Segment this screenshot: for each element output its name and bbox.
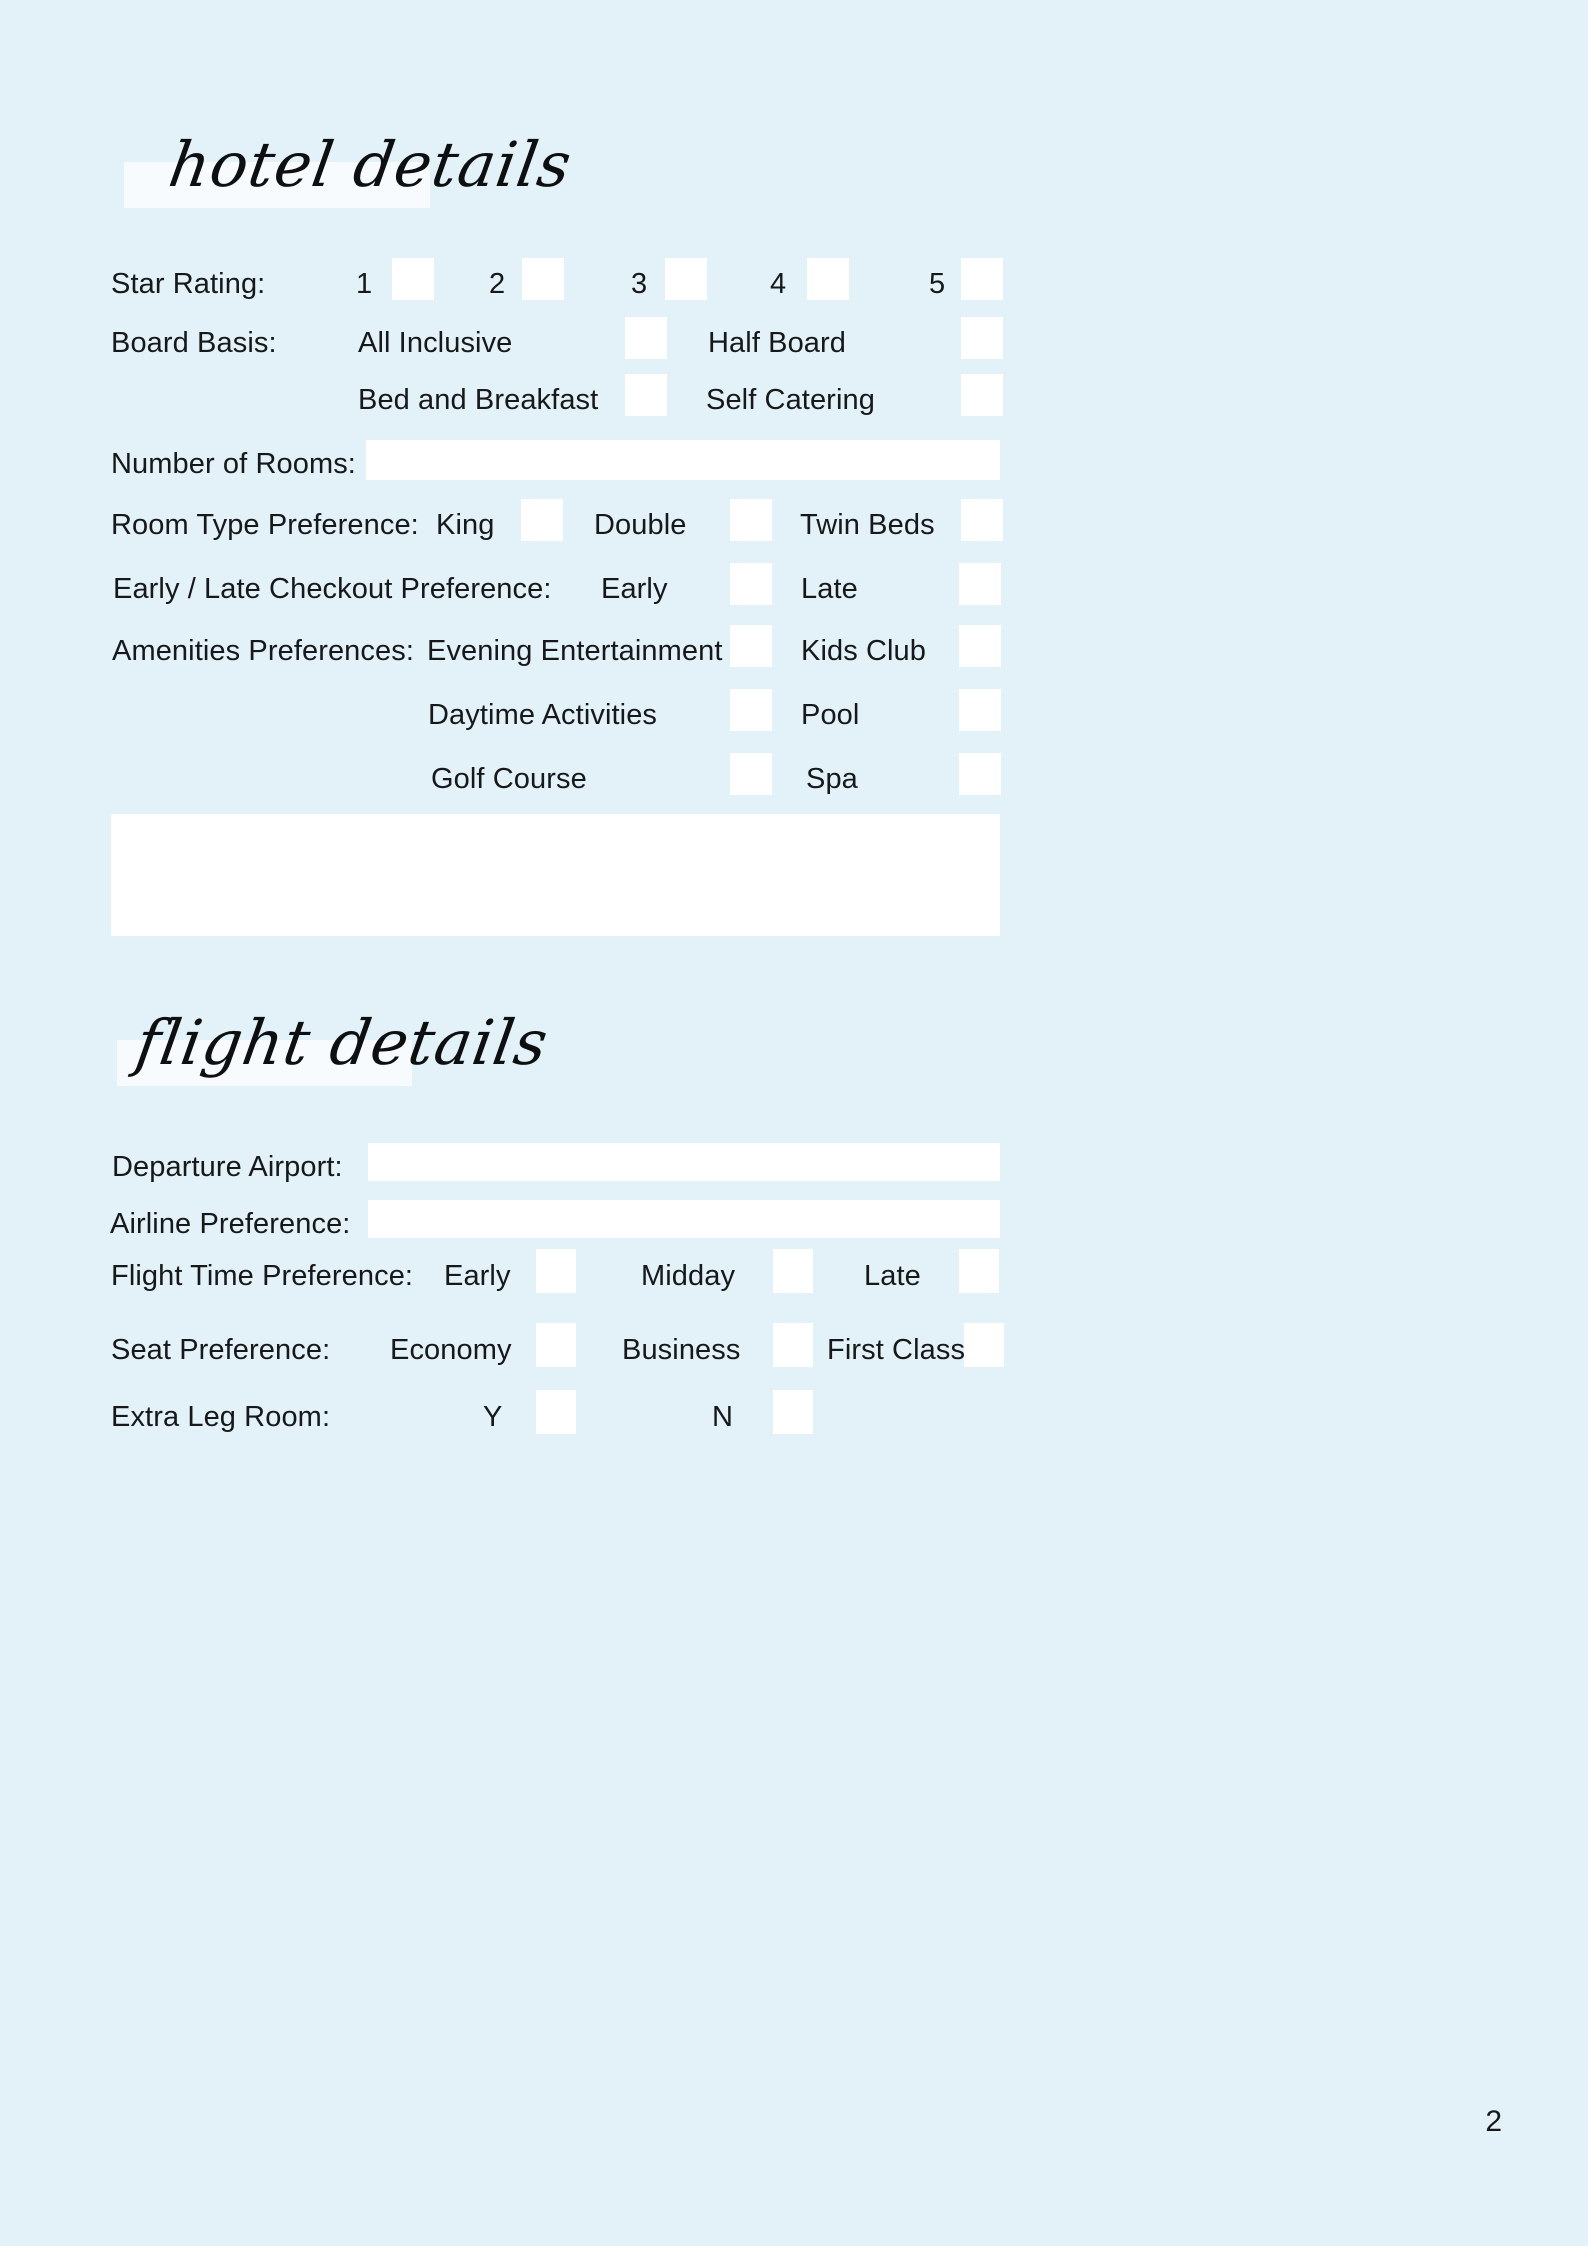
seat-preference-row: Seat Preference: <box>111 1334 330 1367</box>
star-rating-row: Star Rating: <box>111 268 265 301</box>
flight-time-option-midday: Midday <box>641 1260 736 1292</box>
room-type-preference-row: Room Type Preference: <box>111 509 419 542</box>
number-of-rooms-row: Number of Rooms: <box>111 448 356 481</box>
seat-preference-option-business: Business <box>622 1334 741 1366</box>
amenities-checkbox-daytime-activities[interactable] <box>730 689 772 731</box>
checkout-checkbox-early[interactable] <box>730 563 772 605</box>
seat-preference-checkbox-business[interactable] <box>773 1323 813 1367</box>
star-rating-checkbox-2[interactable] <box>522 258 564 300</box>
flight-time-option-early: Early <box>444 1260 511 1292</box>
star-rating-checkbox-4[interactable] <box>807 258 849 300</box>
star-rating-option-3: 3 <box>631 268 648 300</box>
extra-leg-room-option-no: N <box>712 1401 734 1433</box>
seat-preference-label: Seat Preference: <box>111 1334 331 1366</box>
amenities-option-evening-entertainment: Evening Entertainment <box>427 635 723 667</box>
airline-preference-label: Airline Preference: <box>110 1208 351 1240</box>
room-type-option-double: Double <box>594 509 687 541</box>
extra-leg-room-option-yes: Y <box>483 1401 503 1433</box>
checkout-checkbox-late[interactable] <box>959 563 1001 605</box>
flight-details-section-title: flight details <box>117 1006 553 1104</box>
number-of-rooms-label: Number of Rooms: <box>111 448 356 480</box>
board-basis-checkbox-all-inclusive[interactable] <box>625 317 667 359</box>
room-type-checkbox-double[interactable] <box>730 499 772 541</box>
amenities-checkbox-pool[interactable] <box>959 689 1001 731</box>
amenities-option-spa: Spa <box>806 763 858 795</box>
amenities-preferences-row: Amenities Preferences: <box>112 635 414 668</box>
board-basis-checkbox-bed-and-breakfast[interactable] <box>625 374 667 416</box>
amenities-option-pool: Pool <box>801 699 860 731</box>
star-rating-option-4: 4 <box>770 268 787 300</box>
amenities-checkbox-golf-course[interactable] <box>730 753 772 795</box>
checkout-option-late: Late <box>801 573 858 605</box>
room-type-checkbox-twin-beds[interactable] <box>961 499 1003 541</box>
star-rating-label: Star Rating: <box>111 268 266 300</box>
board-basis-checkbox-self-catering[interactable] <box>961 374 1003 416</box>
extra-leg-room-checkbox-yes[interactable] <box>536 1390 576 1434</box>
room-type-checkbox-king[interactable] <box>521 499 563 541</box>
page-number: 2 <box>1485 2105 1502 2138</box>
board-basis-label: Board Basis: <box>111 327 277 359</box>
board-basis-row: Board Basis: <box>111 327 277 360</box>
hotel-details-section-title: hotel details <box>124 128 577 226</box>
star-rating-checkbox-3[interactable] <box>665 258 707 300</box>
seat-preference-option-economy: Economy <box>390 1334 512 1366</box>
airline-preference-input[interactable] <box>368 1200 1000 1238</box>
star-rating-checkbox-1[interactable] <box>392 258 434 300</box>
departure-airport-label: Departure Airport: <box>112 1151 343 1183</box>
flight-time-checkbox-midday[interactable] <box>773 1249 813 1293</box>
amenities-checkbox-spa[interactable] <box>959 753 1001 795</box>
form-page: hotel details Star Rating: 1 2 3 4 5 Boa… <box>0 0 1588 2246</box>
extra-leg-room-checkbox-no[interactable] <box>773 1390 813 1434</box>
amenities-checkbox-evening-entertainment[interactable] <box>730 625 772 667</box>
departure-airport-row: Departure Airport: <box>112 1151 343 1184</box>
amenities-checkbox-kids-club[interactable] <box>959 625 1001 667</box>
seat-preference-checkbox-economy[interactable] <box>536 1323 576 1367</box>
number-of-rooms-input[interactable] <box>366 440 1000 480</box>
seat-preference-option-first-class: First Class <box>827 1334 966 1366</box>
board-basis-option-half-board: Half Board <box>708 327 847 359</box>
departure-airport-input[interactable] <box>368 1143 1000 1181</box>
room-type-option-twin-beds: Twin Beds <box>800 509 935 541</box>
checkout-option-early: Early <box>601 573 668 605</box>
flight-time-preference-row: Flight Time Preference: <box>111 1260 413 1293</box>
amenities-preferences-label: Amenities Preferences: <box>112 635 414 667</box>
checkout-preference-row: Early / Late Checkout Preference: <box>113 573 552 606</box>
flight-time-option-late: Late <box>864 1260 921 1292</box>
flight-time-checkbox-early[interactable] <box>536 1249 576 1293</box>
amenities-option-golf-course: Golf Course <box>431 763 587 795</box>
seat-preference-checkbox-first-class[interactable] <box>964 1323 1004 1367</box>
additional-info-textarea[interactable] <box>111 814 1000 936</box>
star-rating-option-1: 1 <box>356 268 373 300</box>
board-basis-option-bed-and-breakfast: Bed and Breakfast <box>358 384 599 416</box>
airline-preference-row: Airline Preference: <box>110 1208 350 1241</box>
amenities-option-daytime-activities: Daytime Activities <box>428 699 658 731</box>
amenities-option-kids-club: Kids Club <box>801 635 927 667</box>
room-type-preference-label: Room Type Preference: <box>111 509 419 541</box>
flight-details-title-text: flight details <box>131 1006 554 1079</box>
room-type-option-king: King <box>436 509 495 541</box>
extra-leg-room-row: Extra Leg Room: <box>111 1401 330 1434</box>
flight-time-checkbox-late[interactable] <box>959 1249 999 1293</box>
checkout-preference-label: Early / Late Checkout Preference: <box>113 573 552 605</box>
flight-time-preference-label: Flight Time Preference: <box>111 1260 414 1292</box>
board-basis-option-all-inclusive: All Inclusive <box>358 327 513 359</box>
board-basis-option-self-catering: Self Catering <box>706 384 875 416</box>
star-rating-option-5: 5 <box>929 268 946 300</box>
star-rating-checkbox-5[interactable] <box>961 258 1003 300</box>
hotel-details-title-text: hotel details <box>164 128 577 201</box>
board-basis-checkbox-half-board[interactable] <box>961 317 1003 359</box>
star-rating-option-2: 2 <box>489 268 506 300</box>
extra-leg-room-label: Extra Leg Room: <box>111 1401 331 1433</box>
